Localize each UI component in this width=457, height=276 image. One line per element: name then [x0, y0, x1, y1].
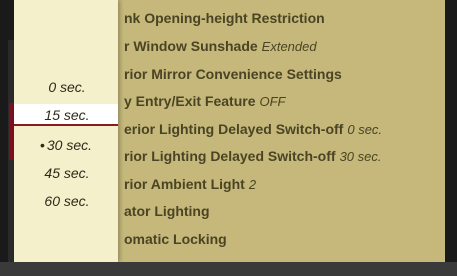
menu-item-automatic-locking[interactable]: omatic Locking: [124, 227, 231, 251]
option-30-sec[interactable]: • 30 sec.: [14, 134, 118, 156]
menu-item-locator-lighting[interactable]: ator Lighting: [124, 199, 214, 223]
menu-item-value: OFF: [259, 94, 286, 109]
menu-item-easy-entry-exit[interactable]: y Entry/Exit Feature OFF: [124, 89, 286, 113]
menu-item-label: rior Mirror Convenience Settings: [124, 66, 342, 82]
menu-item-trunk-opening-height[interactable]: nk Opening-height Restriction: [124, 6, 329, 30]
menu-item-label: r Window Sunshade: [124, 38, 258, 54]
option-15-sec[interactable]: 15 sec.: [14, 104, 118, 126]
menu-item-label: y Entry/Exit Feature: [124, 93, 256, 109]
menu-item-value: 30 sec.: [339, 149, 382, 164]
menu-item-label: nk Opening-height Restriction: [124, 10, 325, 26]
menu-item-label: omatic Locking: [124, 231, 227, 247]
option-label: 15 sec.: [44, 107, 90, 123]
menu-item-label: ator Lighting: [124, 203, 210, 219]
menu-item-interior-lighting-delay[interactable]: rior Lighting Delayed Switch-off 30 sec.: [124, 144, 381, 168]
menu-item-label: rior Lighting Delayed Switch-off: [124, 148, 336, 164]
option-45-sec[interactable]: 45 sec.: [14, 162, 118, 184]
option-label: 30 sec.: [46, 137, 93, 153]
display-screen: nk Opening-height Restriction r Window S…: [0, 0, 457, 276]
option-60-sec[interactable]: 60 sec.: [14, 190, 118, 212]
bezel-right: [445, 0, 457, 276]
menu-item-label: rior Ambient Light: [124, 176, 245, 192]
menu-item-window-sunshade[interactable]: r Window Sunshade Extended: [124, 34, 317, 58]
option-label: 0 sec.: [48, 79, 86, 95]
menu-item-value: 2: [248, 177, 257, 192]
option-0-sec[interactable]: 0 sec.: [14, 76, 118, 98]
menu-item-value: 0 sec.: [347, 122, 383, 137]
menu-item-label: erior Lighting Delayed Switch-off: [124, 121, 344, 137]
menu-item-value: Extended: [261, 39, 317, 54]
active-bullet-icon: •: [39, 137, 45, 153]
menu-item-ambient-light[interactable]: rior Ambient Light 2: [124, 172, 256, 196]
settings-menu: nk Opening-height Restriction r Window S…: [118, 0, 448, 262]
menu-item-mirror-convenience[interactable]: rior Mirror Convenience Settings: [124, 62, 346, 86]
option-label: 60 sec.: [44, 193, 90, 209]
menu-item-exterior-lighting-delay[interactable]: erior Lighting Delayed Switch-off 0 sec.: [124, 117, 382, 141]
option-label: 45 sec.: [44, 165, 90, 181]
delay-options-popup: 0 sec. 15 sec. • 30 sec. 45 sec. 60 sec.: [14, 0, 118, 262]
bezel-bottom: [0, 262, 457, 276]
